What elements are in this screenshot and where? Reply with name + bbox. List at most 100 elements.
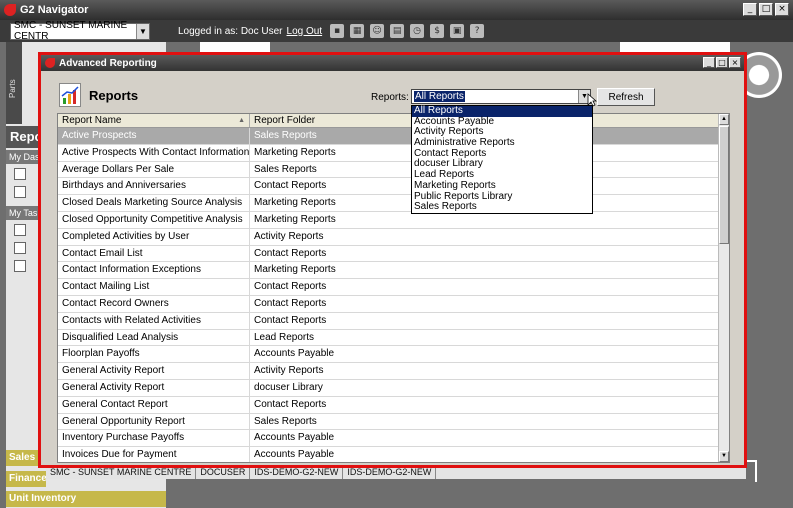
dollar-icon[interactable]: $: [430, 24, 445, 38]
column-header-label: Report Name: [62, 115, 122, 126]
table-row[interactable]: Disqualified Lead Analysis Lead Reports: [58, 329, 729, 347]
app-window-controls: _ □ ×: [743, 3, 789, 16]
scroll-down-icon[interactable]: ▼: [719, 451, 729, 462]
close-icon[interactable]: ×: [775, 3, 789, 16]
logged-in-text: Logged in as: Doc User: [178, 25, 283, 37]
dashboard-item-icon[interactable]: [14, 186, 26, 198]
table-row[interactable]: Inventory Purchase Payoffs Accounts Payab…: [58, 430, 729, 448]
chevron-down-icon[interactable]: ▼: [136, 23, 149, 39]
report-name-cell: Disqualified Lead Analysis: [58, 329, 250, 346]
minimize-icon[interactable]: _: [703, 57, 715, 68]
report-name-cell: Contact Record Owners: [58, 295, 250, 312]
report-folder-cell: Marketing Reports: [254, 213, 336, 225]
g2-logo-icon: [45, 58, 55, 68]
report-folder-cell: Contact Reports: [254, 314, 327, 326]
table-row[interactable]: General Contact Report Contact Reports: [58, 396, 729, 414]
document-icon[interactable]: ▣: [450, 24, 465, 38]
report-name-cell: Completed Activities by User: [58, 228, 250, 245]
table-row[interactable]: Birthdays and Anniversaries Contact Repor…: [58, 178, 729, 196]
report-folder-cell: Accounts Payable: [254, 432, 335, 444]
company-select-value: SMC - SUNSET MARINE CENTR: [14, 20, 128, 42]
table-row[interactable]: Average Dollars Per Sale Sales Reports: [58, 161, 729, 179]
table-row[interactable]: Active Prospects Sales Reports: [58, 128, 729, 145]
table-row[interactable]: Contact Email List Contact Reports: [58, 245, 729, 263]
report-folder-cell: Contact Reports: [254, 281, 327, 293]
report-folder-cell: docuser Library: [254, 381, 323, 393]
report-name-cell: Contact Information Exceptions: [58, 262, 250, 279]
maximize-icon[interactable]: □: [759, 3, 773, 16]
report-folder-cell: Activity Reports: [254, 230, 324, 242]
table-scrollbar[interactable]: ▲ ▼: [718, 114, 729, 462]
parts-strip[interactable]: Parts: [6, 42, 22, 124]
minimize-icon[interactable]: _: [743, 3, 757, 16]
sort-ascending-icon: ▲: [238, 117, 245, 124]
report-name-cell: Average Dollars Per Sale: [58, 161, 250, 178]
nav-tab-finance[interactable]: Finance: [6, 471, 46, 487]
report-folder-cell: Marketing Reports: [254, 264, 336, 276]
report-name-cell: General Opportunity Report: [58, 413, 250, 430]
report-folder-cell: Lead Reports: [254, 331, 315, 343]
table-body: Active Prospects Sales Reports Active Pros…: [58, 128, 729, 462]
table-row[interactable]: Closed Deals Marketing Source Analysis Ma…: [58, 195, 729, 212]
logout-link[interactable]: Log Out: [287, 26, 323, 37]
report-name-cell: Contact Email List: [58, 245, 250, 262]
reports-filter-value: All Reports: [414, 91, 465, 102]
table-row[interactable]: Contact Mailing List Contact Reports: [58, 279, 729, 296]
report-name-cell: General Activity Report: [58, 379, 250, 396]
report-name-cell: Inventory Purchase Payoffs: [58, 430, 250, 447]
reports-table: Report Name ▲ Report Folder Active Prosp…: [57, 113, 730, 463]
report-name-cell: Contact Mailing List: [58, 279, 250, 295]
report-name-cell: Active Prospects: [58, 128, 250, 144]
calendar-icon[interactable]: ▤: [390, 24, 405, 38]
table-row[interactable]: General Opportunity Report Sales Reports: [58, 413, 729, 431]
reports-heading: Reports: [89, 88, 139, 103]
task-item-icon[interactable]: [14, 242, 26, 254]
clock-icon[interactable]: ◷: [410, 24, 425, 38]
table-row[interactable]: Active Prospects With Contact Informatio…: [58, 144, 729, 162]
table-row[interactable]: Contact Record Owners Contact Reports: [58, 295, 729, 313]
dropdown-option[interactable]: Sales Reports: [412, 201, 592, 213]
users-icon[interactable]: ☺: [370, 24, 385, 38]
table-row[interactable]: General Activity Report docuser Library: [58, 379, 729, 397]
report-folder-cell: Accounts Payable: [254, 449, 335, 461]
table-row[interactable]: Completed Activities by User Activity Rep…: [58, 228, 729, 246]
save-icon[interactable]: ▪: [330, 24, 345, 38]
grid-icon[interactable]: ▦: [350, 24, 365, 38]
reports-filter-dropdown: All Reports Accounts Payable Activity Repo…: [411, 105, 593, 214]
help-icon[interactable]: ?: [470, 24, 485, 38]
report-name-cell: Floorplan Payoffs: [58, 346, 250, 363]
reports-chart-icon: [59, 83, 81, 107]
close-icon[interactable]: ×: [729, 57, 741, 68]
table-row[interactable]: Closed Opportunity Competitive Analysis M…: [58, 211, 729, 229]
dashboard-item-icon[interactable]: [14, 168, 26, 180]
reports-filter-label: Reports:: [371, 92, 409, 103]
task-item-icon[interactable]: [14, 224, 26, 236]
table-row[interactable]: Contact Information Exceptions Marketing …: [58, 262, 729, 280]
table-row[interactable]: Contacts with Related Activities Contact …: [58, 312, 729, 330]
report-folder-cell: Contact Reports: [254, 398, 327, 410]
table-header: Report Name ▲ Report Folder: [58, 114, 729, 128]
maximize-icon[interactable]: □: [716, 57, 728, 68]
nav-tab-unit-inventory[interactable]: Unit Inventory: [6, 491, 166, 507]
toolbar-icons: ▪ ▦ ☺ ▤ ◷ $ ▣ ?: [330, 24, 485, 38]
scrollbar-thumb[interactable]: [719, 126, 729, 244]
column-header-report-name[interactable]: Report Name ▲: [58, 114, 250, 127]
dialog-window-controls: _ □ ×: [703, 57, 741, 68]
app-title: G2 Navigator: [20, 4, 89, 16]
dialog-titlebar: Advanced Reporting _ □ ×: [41, 55, 744, 71]
task-item-icon[interactable]: [14, 260, 26, 272]
report-folder-cell: Sales Reports: [254, 415, 317, 427]
refresh-button[interactable]: Refresh: [597, 88, 655, 106]
report-name-cell: Active Prospects With Contact Informatio…: [58, 144, 250, 161]
dropdown-option[interactable]: Marketing Reports: [412, 180, 592, 192]
company-select[interactable]: SMC - SUNSET MARINE CENTR ▼: [10, 20, 150, 42]
reports-filter-select[interactable]: All Reports ▼: [411, 89, 591, 104]
report-name-cell: General Activity Report: [58, 363, 250, 379]
dialog-title: Advanced Reporting: [59, 57, 157, 69]
table-row[interactable]: Invoices Due for Payment Accounts Payable: [58, 447, 729, 462]
table-row[interactable]: Floorplan Payoffs Accounts Payable: [58, 346, 729, 364]
scroll-up-icon[interactable]: ▲: [719, 114, 729, 125]
report-name-cell: Closed Opportunity Competitive Analysis: [58, 211, 250, 228]
advanced-reporting-dialog: Advanced Reporting _ □ × Reports Reports…: [38, 52, 747, 468]
table-row[interactable]: General Activity Report Activity Reports: [58, 363, 729, 380]
